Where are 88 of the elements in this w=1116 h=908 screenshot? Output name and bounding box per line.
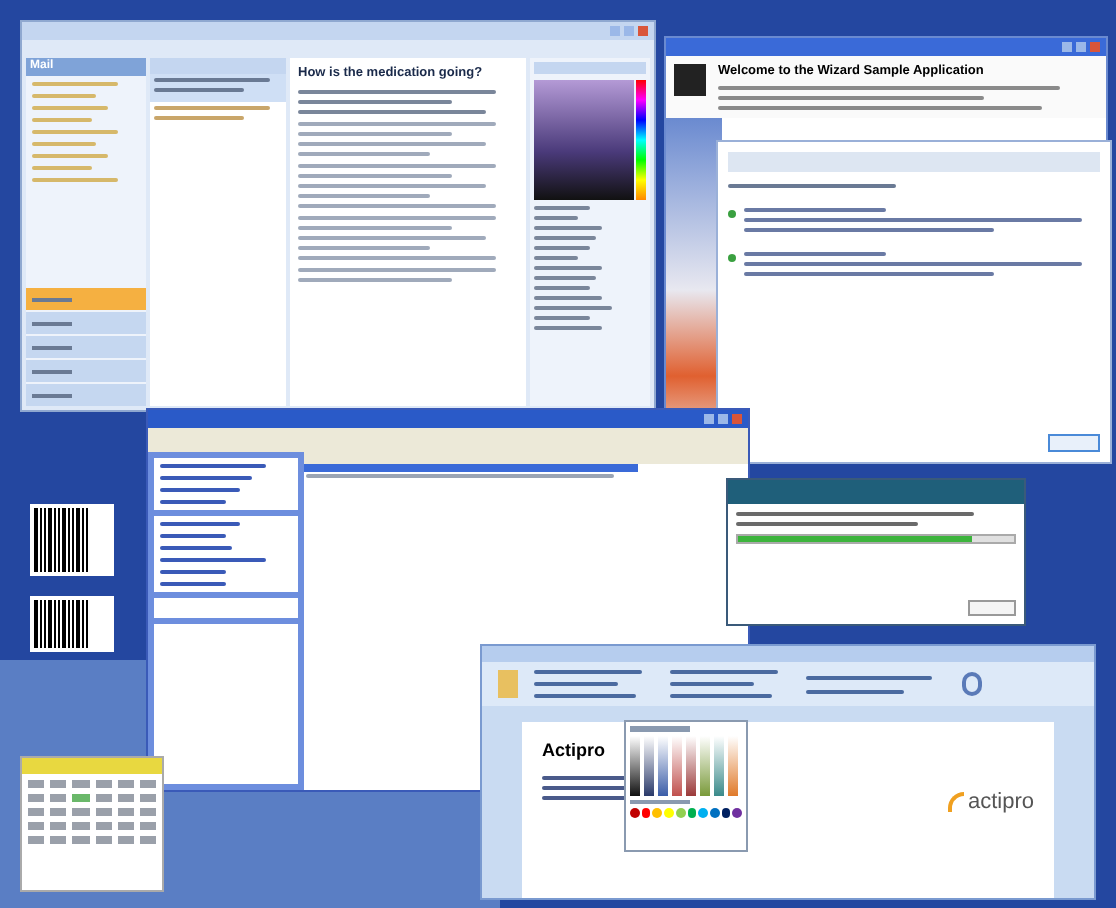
color-swatch-column[interactable] xyxy=(686,736,696,796)
text-line xyxy=(154,106,270,110)
text-line xyxy=(298,152,430,156)
text-line xyxy=(160,582,226,586)
navigation-button[interactable] xyxy=(26,288,146,310)
navigation-button[interactable] xyxy=(26,384,146,406)
text-line xyxy=(534,682,618,687)
color-swatch[interactable] xyxy=(687,808,697,818)
text-line xyxy=(160,464,266,468)
selected-message[interactable] xyxy=(150,74,286,102)
text-line xyxy=(534,216,579,220)
document-heading: Actipro xyxy=(542,738,607,764)
color-swatch[interactable] xyxy=(732,808,743,818)
text-line xyxy=(160,570,226,574)
color-swatch[interactable] xyxy=(709,808,720,818)
text-line xyxy=(534,256,579,260)
text-line xyxy=(160,546,233,550)
text-line xyxy=(534,236,596,240)
text-line xyxy=(160,500,226,504)
text-line xyxy=(744,208,887,212)
barcode-label xyxy=(30,504,114,576)
barcode-label xyxy=(30,596,114,652)
color-swatch[interactable] xyxy=(675,808,686,818)
text-line xyxy=(154,88,244,92)
text-line xyxy=(670,694,772,699)
paste-icon[interactable] xyxy=(498,670,518,699)
task-panel xyxy=(154,598,298,618)
text-line xyxy=(32,118,92,122)
text-line xyxy=(534,694,636,699)
text-line xyxy=(32,94,97,98)
text-line xyxy=(160,522,240,526)
text-line xyxy=(534,296,602,300)
color-swatch-column[interactable] xyxy=(672,736,682,796)
text-line xyxy=(154,78,270,82)
color-swatch[interactable] xyxy=(721,808,731,818)
text-line xyxy=(534,206,590,210)
text-line xyxy=(806,675,932,680)
color-swatch-column[interactable] xyxy=(644,736,654,796)
text-line xyxy=(670,670,778,675)
text-line xyxy=(32,130,119,134)
text-line xyxy=(160,476,253,480)
color-swatch-column[interactable] xyxy=(658,736,668,796)
text-line xyxy=(298,194,430,198)
text-line xyxy=(160,488,240,492)
text-line xyxy=(534,276,596,280)
color-swatch-column[interactable] xyxy=(630,736,640,796)
color-swatch[interactable] xyxy=(652,808,663,818)
logo-text: actipro xyxy=(967,788,1034,818)
text-line xyxy=(670,682,754,687)
text-line xyxy=(534,266,602,270)
text-line xyxy=(744,252,887,256)
color-swatch[interactable] xyxy=(698,808,708,818)
text-line xyxy=(298,246,430,250)
color-swatch-column[interactable] xyxy=(714,736,724,796)
navigation-button[interactable] xyxy=(26,336,146,358)
color-swatch[interactable] xyxy=(641,808,651,818)
text-line xyxy=(534,246,590,250)
color-swatch[interactable] xyxy=(664,808,674,818)
text-line xyxy=(534,326,602,330)
color-swatch-column[interactable] xyxy=(700,736,710,796)
cancel-button[interactable] xyxy=(968,600,1016,616)
color-gradient[interactable] xyxy=(534,80,634,200)
text-line xyxy=(534,306,613,310)
logo-icon xyxy=(947,792,964,813)
text-line xyxy=(32,154,108,158)
text-line xyxy=(154,116,244,120)
hue-spectrum-strip xyxy=(636,80,646,200)
wizard-logo-icon xyxy=(674,64,706,96)
text-line xyxy=(534,286,590,290)
text-line xyxy=(160,558,266,562)
text-line xyxy=(534,670,642,675)
text-line xyxy=(32,166,92,170)
calendar-header xyxy=(22,758,162,774)
navigation-button[interactable] xyxy=(26,360,146,382)
color-swatch[interactable] xyxy=(630,808,640,818)
next-button[interactable] xyxy=(1048,434,1100,452)
text-line xyxy=(806,689,904,694)
text-line xyxy=(534,316,590,320)
text-line xyxy=(32,82,119,86)
navigation-button[interactable] xyxy=(26,312,146,334)
text-line xyxy=(32,142,97,146)
text-line xyxy=(32,178,119,182)
text-line xyxy=(32,106,108,110)
color-swatch-column[interactable] xyxy=(728,736,738,796)
list-header xyxy=(150,58,286,74)
pane-header xyxy=(534,62,646,74)
text-line xyxy=(534,226,602,230)
text-line xyxy=(160,534,226,538)
